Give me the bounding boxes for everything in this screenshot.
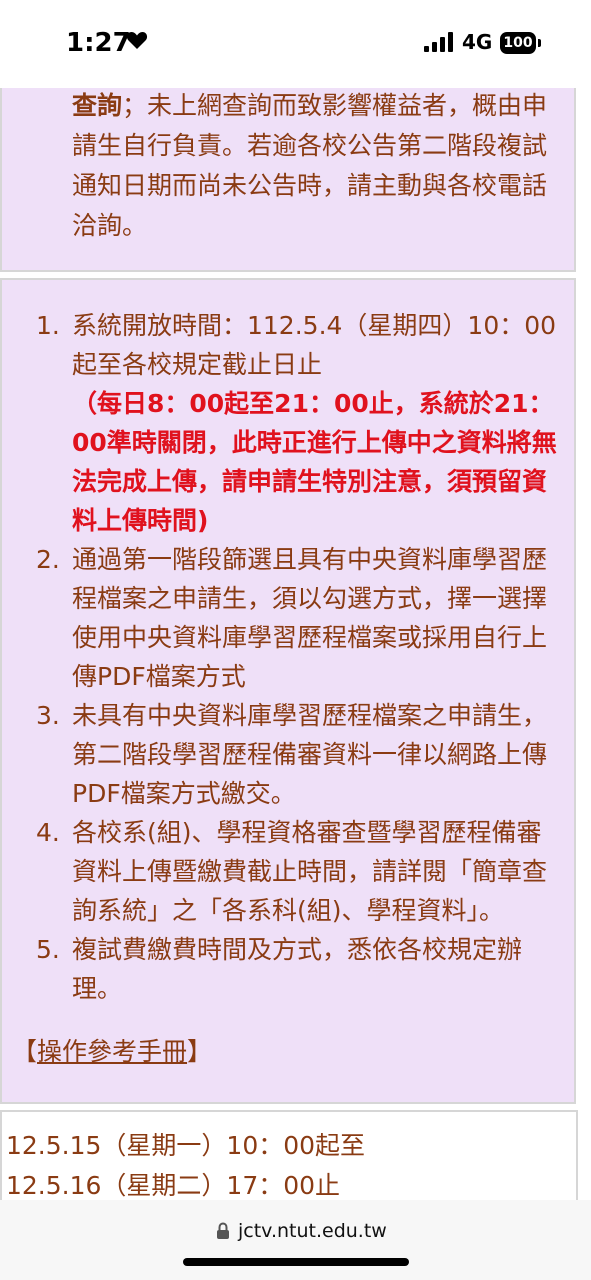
status-bar: 1:27 4G 100 <box>0 0 591 88</box>
url-text[interactable]: jctv.ntut.edu.tw <box>238 1220 387 1242</box>
system-info-panel: 1. 系統開放時間：112.5.4（星期四）10：00起至各校規定截止日止 （每… <box>0 278 576 1104</box>
warning-note: （每日8：00起至21：00止，系統於21：00準時關閉，此時正進行上傳中之資料… <box>72 389 557 535</box>
list-item-number: 3. <box>36 701 60 730</box>
schedule-text: 12.5.15（星期一）10：00起至 12.5.16（星期二）17：00止 <box>6 1126 576 1200</box>
list-item-text: 通過第一階段篩選且具有中央資料庫學習歷程檔案之申請生，須以勾選方式，擇一選擇使用… <box>72 545 548 691</box>
list-item-text: 未具有中央資料庫學習歷程檔案之申請生，第二階段學習歷程備審資料一律以網路上傳PD… <box>72 701 548 808</box>
schedule-panel: 12.5.15（星期一）10：00起至 12.5.16（星期二）17：00止 <box>0 1110 578 1200</box>
battery-tip <box>538 39 541 47</box>
heart-icon <box>126 32 148 49</box>
list-item-text: 複試費繳費時間及方式，悉依各校規定辦理。 <box>72 935 523 1003</box>
page-content[interactable]: 查詢；未上網查詢而致影響權益者，概由申請生自行負責。若逾各校公告第二階段複試通知… <box>0 88 591 1200</box>
list-item-number: 2. <box>36 545 60 574</box>
operation-manual-link[interactable]: 操作參考手冊 <box>37 1037 187 1066</box>
list-item-number: 4. <box>36 818 60 847</box>
list-item-number: 1. <box>36 311 60 340</box>
manual-bracket-open: 【 <box>12 1037 38 1066</box>
list-item-number: 5. <box>36 935 60 964</box>
battery-icon: 100 <box>500 32 536 54</box>
network-type: 4G <box>462 30 493 54</box>
notice-body: ；未上網查詢而致影響權益者，概由申請生自行負責。若逾各校公告第二階段複試通知日期… <box>72 91 548 240</box>
cellular-signal-icon <box>424 32 453 52</box>
manual-bracket-close: 】 <box>187 1037 213 1066</box>
list-item-text: 各校系(組)、學程資格審查暨學習歷程備審資料上傳暨繳費截止時間，請詳閱「簡章查詢… <box>72 818 548 925</box>
clock-time: 1:27 <box>66 28 131 58</box>
lock-icon <box>217 1222 229 1239</box>
manual-link-wrapper: 【操作參考手冊】 <box>12 1032 212 1071</box>
schedule-line: 12.5.16（星期二）17：00止 <box>6 1171 341 1200</box>
notice-bold-lead: 查詢 <box>72 91 123 120</box>
battery-level: 100 <box>503 35 533 51</box>
list-item-text: 系統開放時間：112.5.4（星期四）10：00起至各校規定截止日止 <box>72 311 557 379</box>
browser-address-bar[interactable]: jctv.ntut.edu.tw <box>0 1200 591 1280</box>
notice-text: 查詢；未上網查詢而致影響權益者，概由申請生自行負責。若逾各校公告第二階段複試通知… <box>72 88 562 246</box>
notice-panel-top: 查詢；未上網查詢而致影響權益者，概由申請生自行負責。若逾各校公告第二階段複試通知… <box>0 88 576 272</box>
home-indicator[interactable] <box>183 1258 409 1266</box>
schedule-line: 12.5.15（星期一）10：00起至 <box>6 1131 366 1160</box>
